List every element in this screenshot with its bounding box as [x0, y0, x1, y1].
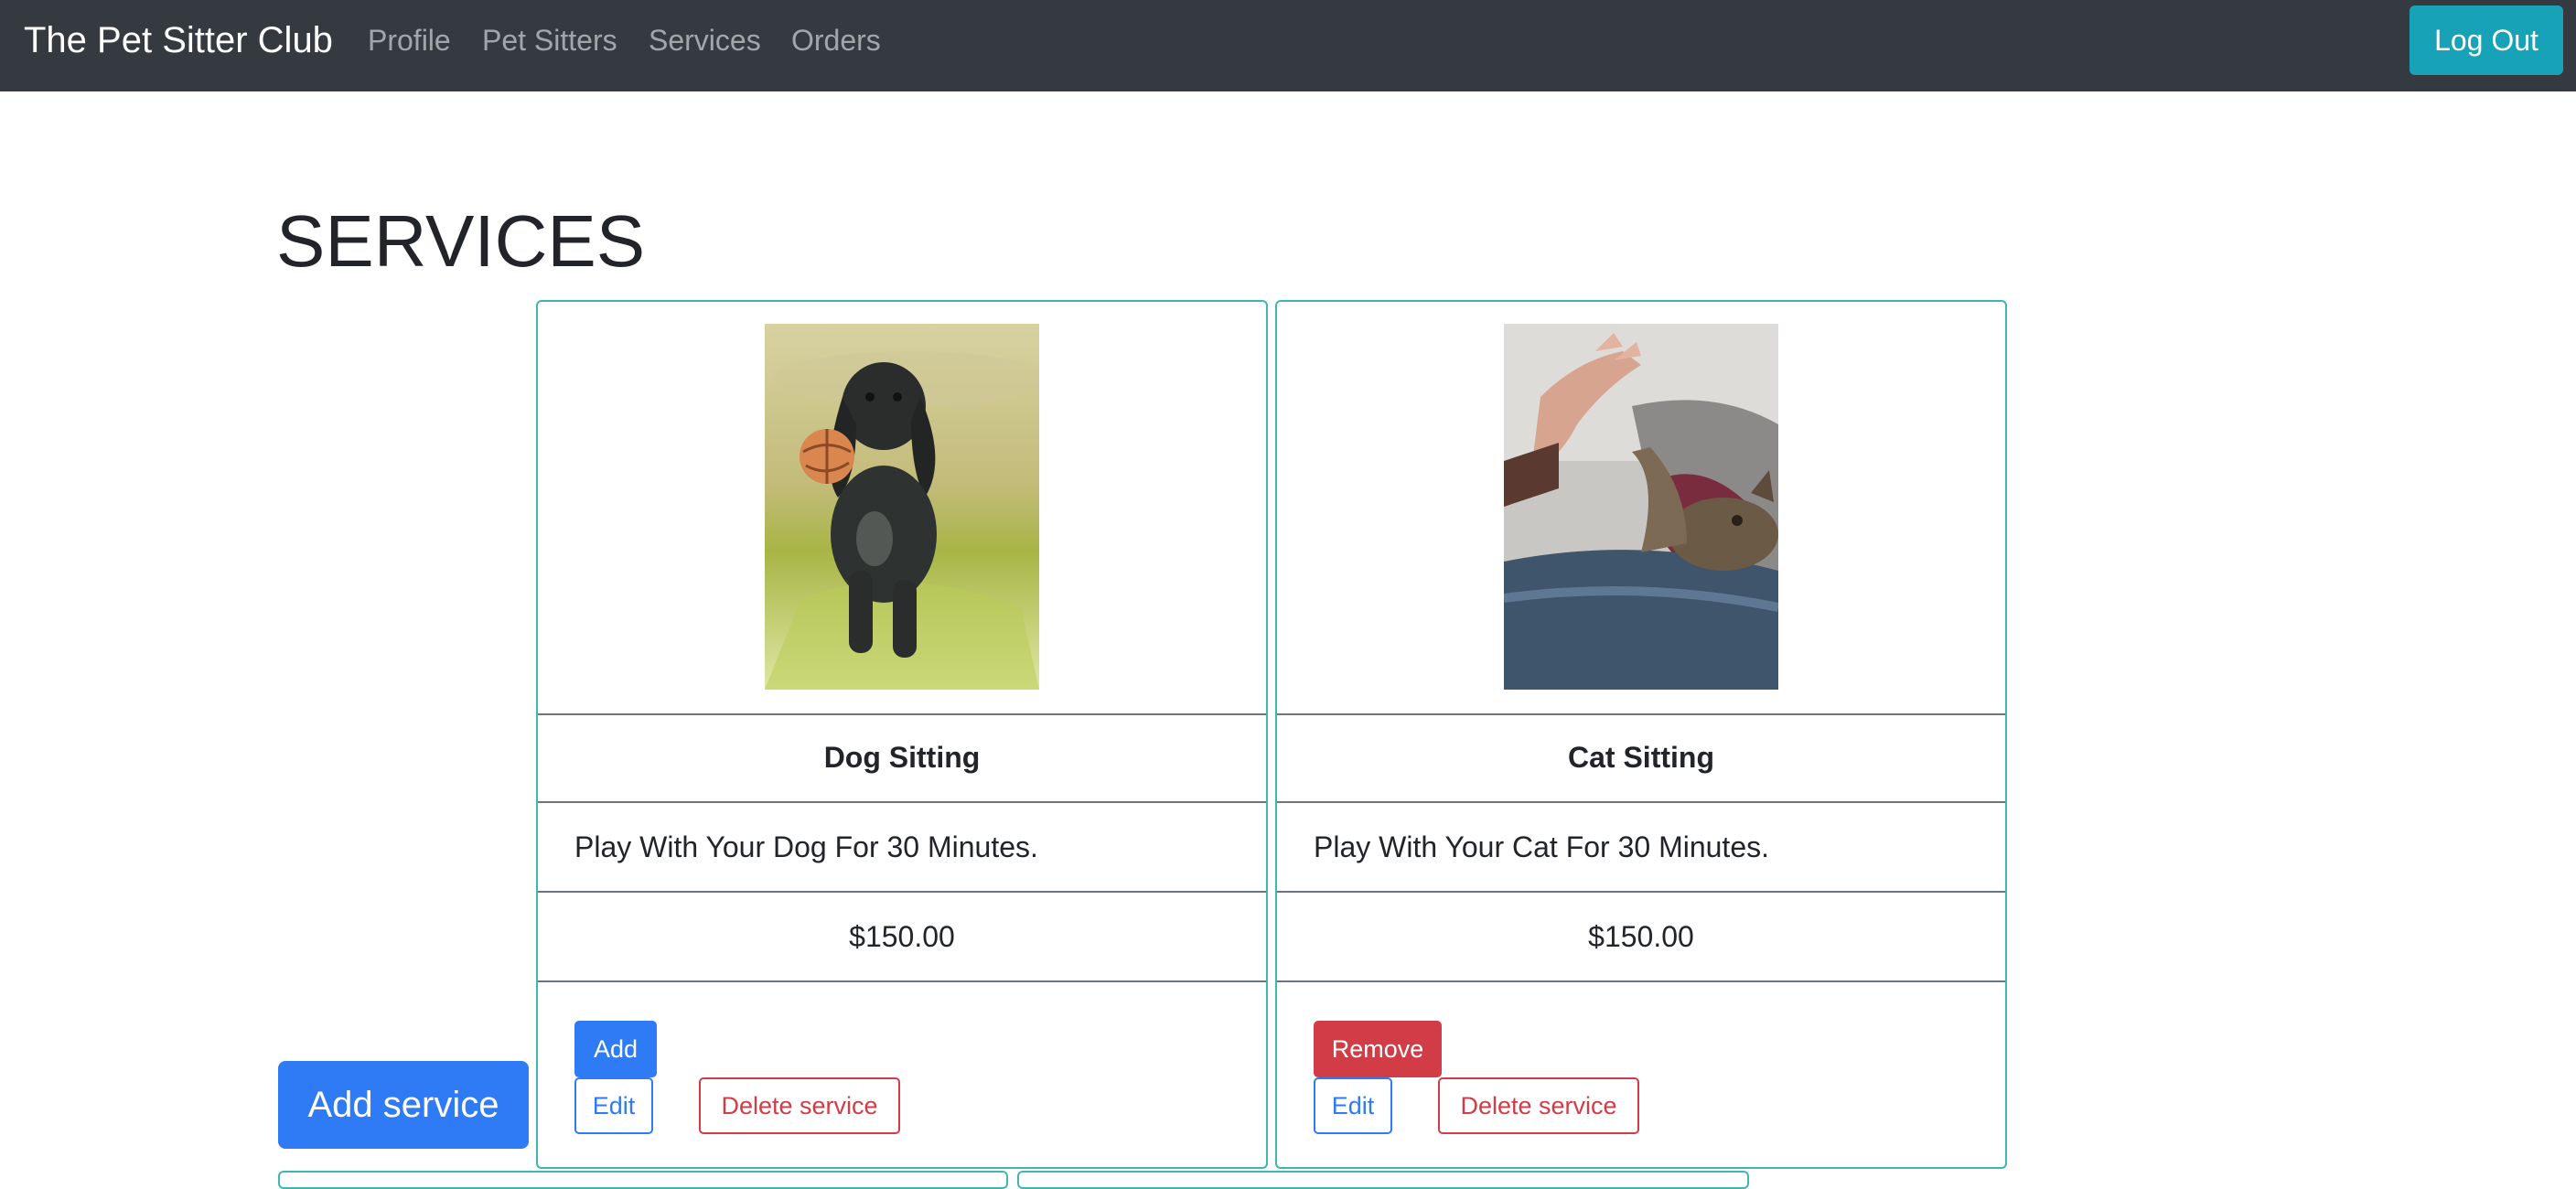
- service-description: Play With Your Dog For 30 Minutes.: [574, 830, 1038, 863]
- logout-button[interactable]: Log Out: [2410, 5, 2563, 75]
- cat-photo: [1504, 324, 1778, 690]
- divider: [538, 980, 1266, 982]
- edit-service-button[interactable]: Edit: [574, 1077, 653, 1134]
- service-price: $150.00: [849, 920, 955, 953]
- divider: [1277, 980, 2005, 982]
- card-image-area: [538, 302, 1266, 713]
- service-title: Dog Sitting: [823, 741, 981, 774]
- service-card-dog-sitting: Dog Sitting Play With Your Dog For 30 Mi…: [536, 300, 1268, 1169]
- card-image-area: [1277, 302, 2005, 713]
- add-service-button[interactable]: Add service: [278, 1061, 529, 1149]
- service-description: Play With Your Cat For 30 Minutes.: [1314, 830, 1769, 863]
- next-service-card-edge: [278, 1171, 1008, 1189]
- brand-link[interactable]: The Pet Sitter Club: [24, 16, 333, 64]
- delete-service-button[interactable]: Delete service: [1438, 1077, 1639, 1134]
- page-title: SERVICES: [276, 200, 646, 282]
- remove-from-order-button[interactable]: Remove: [1314, 1021, 1442, 1077]
- nav-link-profile[interactable]: Profile: [368, 20, 451, 60]
- nav-link-pet-sitters[interactable]: Pet Sitters: [482, 20, 617, 60]
- nav-link-services[interactable]: Services: [649, 20, 761, 60]
- edit-service-button[interactable]: Edit: [1314, 1077, 1392, 1134]
- delete-service-button[interactable]: Delete service: [699, 1077, 900, 1134]
- top-navbar: The Pet Sitter Club Profile Pet Sitters …: [0, 0, 2576, 91]
- service-price: $150.00: [1588, 920, 1694, 953]
- next-service-card-edge: [1017, 1171, 1749, 1189]
- service-card-cat-sitting: Cat Sitting Play With Your Cat For 30 Mi…: [1275, 300, 2007, 1169]
- dog-photo: [765, 324, 1039, 690]
- add-to-order-button[interactable]: Add: [574, 1021, 657, 1077]
- service-title: Cat Sitting: [1568, 741, 1714, 774]
- nav-link-orders[interactable]: Orders: [791, 20, 881, 60]
